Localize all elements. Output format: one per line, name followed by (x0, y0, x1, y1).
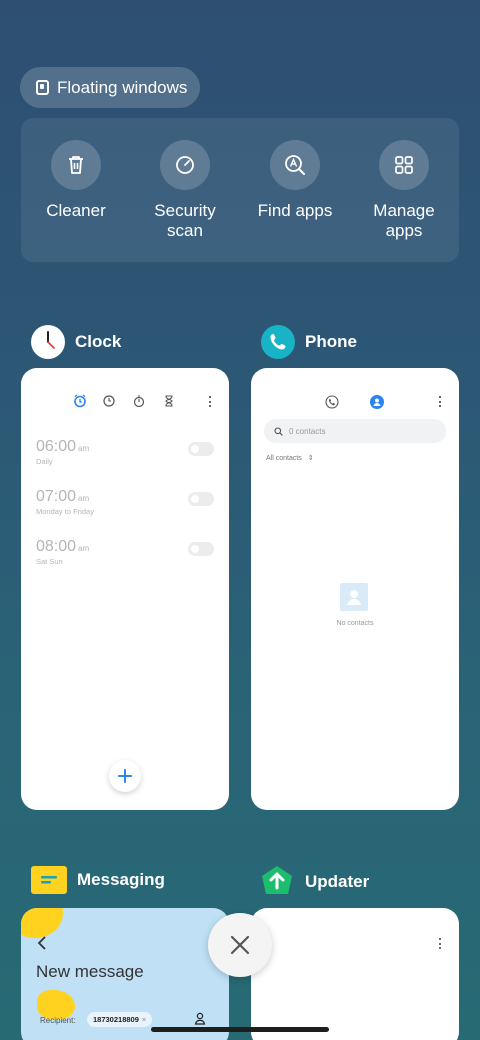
world-clock-tab-icon[interactable] (103, 394, 115, 407)
phone-app-header[interactable]: Phone (261, 325, 357, 359)
alarm-repeat: Sat Sun (36, 557, 63, 566)
close-all-button[interactable] (208, 913, 272, 977)
contacts-tab-icon[interactable] (370, 395, 384, 414)
find-apps-button[interactable]: Find apps (240, 140, 350, 221)
back-arrow-icon[interactable] (37, 936, 47, 955)
alarm-toggle[interactable] (188, 542, 214, 556)
alarm-repeat: Daily (36, 457, 53, 466)
messaging-app-header[interactable]: Messaging (31, 866, 165, 894)
find-apps-label: Find apps (257, 201, 333, 220)
alarm-time: 07:00 (36, 488, 77, 505)
clock-tab-bar (73, 394, 175, 408)
manage-apps-button[interactable]: Manage apps (349, 140, 459, 241)
sort-arrows-icon: ⇕ (307, 455, 314, 462)
phone-app-name: Phone (305, 332, 357, 351)
updater-app-icon (259, 864, 295, 900)
close-icon (230, 935, 250, 955)
floating-window-icon (36, 80, 49, 95)
find-apps-icon (270, 140, 320, 190)
alarm-toggle[interactable] (188, 442, 214, 456)
messaging-app-card[interactable]: New message Recipient: 18730218809 × (21, 908, 229, 1040)
updater-app-name: Updater (305, 872, 370, 891)
recipient-label: Recipient: (40, 1016, 76, 1025)
clock-more-icon[interactable] (208, 396, 211, 407)
messaging-app-icon (31, 866, 67, 894)
alarm-toggle[interactable] (188, 492, 214, 506)
phone-app-card[interactable]: 0 contacts All contacts ⇕ No contacts (251, 368, 459, 810)
alarm-ampm: am (78, 494, 90, 503)
trash-icon (51, 140, 101, 190)
recipient-number: 18730218809 (93, 1015, 139, 1024)
decor-blob (21, 908, 63, 938)
empty-contacts-icon (340, 583, 368, 611)
security-scan-icon (160, 140, 210, 190)
phone-app-icon (261, 325, 295, 359)
security-scan-button[interactable]: Security scan (130, 140, 240, 241)
empty-contacts-text: No contacts (336, 620, 374, 627)
updater-more-icon[interactable] (438, 938, 441, 949)
clock-app-card[interactable]: 06:00 am Daily 07:00 am Monday to Friday 0… (21, 368, 229, 810)
floating-windows-label: Floating windows (57, 77, 188, 97)
timer-tab-icon[interactable] (163, 394, 175, 407)
updater-app-card[interactable] (251, 908, 459, 1040)
security-scan-label: Security scan (154, 201, 216, 240)
alarm-ampm: am (78, 544, 90, 553)
call-log-tab-icon[interactable] (325, 395, 339, 414)
recipient-chip[interactable]: 18730218809 × (87, 1012, 153, 1027)
stopwatch-tab-icon[interactable] (133, 394, 145, 408)
alarm-row[interactable]: 06:00 am Daily (36, 438, 214, 466)
updater-app-header[interactable]: Updater (259, 864, 369, 900)
home-indicator[interactable] (151, 1027, 329, 1032)
messaging-app-name: Messaging (77, 870, 165, 889)
alarm-tab-icon[interactable] (73, 394, 86, 408)
floating-windows-button[interactable]: Floating windows (20, 67, 200, 108)
add-alarm-button[interactable] (109, 760, 141, 792)
grid-icon (379, 140, 429, 190)
alarm-row[interactable]: 08:00 am Sat Sun (36, 538, 214, 566)
contacts-search-input[interactable]: 0 contacts (264, 419, 446, 443)
plus-icon (118, 769, 132, 783)
remove-recipient-icon[interactable]: × (142, 1015, 146, 1024)
contacts-filter-dropdown[interactable]: All contacts ⇕ (266, 454, 314, 462)
alarm-repeat: Monday to Friday (36, 507, 94, 516)
clock-app-name: Clock (75, 332, 122, 351)
new-message-title: New message (36, 962, 144, 981)
search-placeholder: 0 contacts (289, 426, 326, 436)
manage-apps-label: Manage apps (373, 201, 435, 240)
phone-more-icon[interactable] (438, 396, 441, 407)
search-icon (274, 426, 283, 436)
cleaner-label: Cleaner (46, 201, 106, 220)
contacts-filter-label: All contacts (266, 455, 302, 462)
cleaner-button[interactable]: Cleaner (21, 140, 131, 221)
alarm-time: 08:00 (36, 538, 77, 555)
clock-app-icon (31, 325, 65, 359)
quick-tools-panel: Cleaner Security scan Find apps Manage a… (21, 118, 459, 262)
clock-app-header[interactable]: Clock (31, 325, 121, 359)
alarm-time: 06:00 (36, 438, 77, 455)
alarm-row[interactable]: 07:00 am Monday to Friday (36, 488, 214, 516)
alarm-ampm: am (78, 444, 90, 453)
